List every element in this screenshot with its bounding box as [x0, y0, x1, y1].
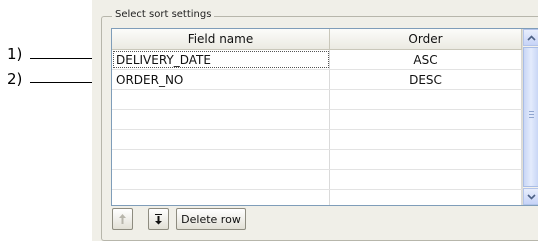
- scroll-up-button[interactable]: [523, 29, 538, 46]
- field-name-cell[interactable]: [112, 110, 330, 129]
- column-header-field-name[interactable]: Field name: [112, 29, 330, 49]
- arrow-up-icon: [119, 214, 126, 224]
- field-name-cell[interactable]: [112, 150, 330, 169]
- order-cell[interactable]: [330, 190, 522, 205]
- group-title: Select sort settings: [112, 9, 215, 20]
- callout-label-1: 1): [7, 45, 23, 63]
- vertical-scrollbar[interactable]: [522, 29, 538, 205]
- callout-label-2: 2): [7, 70, 23, 88]
- table-row[interactable]: [112, 150, 522, 170]
- order-cell[interactable]: ASC: [330, 50, 522, 69]
- delete-row-button[interactable]: Delete row: [176, 208, 246, 230]
- chevron-down-icon: [526, 193, 536, 200]
- order-cell[interactable]: [330, 90, 522, 109]
- move-down-button[interactable]: [148, 208, 169, 230]
- scroll-down-button[interactable]: [523, 188, 538, 205]
- table-row[interactable]: [112, 170, 522, 190]
- field-name-cell[interactable]: [112, 130, 330, 149]
- table-row[interactable]: ORDER_NO DESC: [112, 70, 522, 90]
- field-name-cell[interactable]: [112, 90, 330, 109]
- chevron-up-icon: [526, 34, 536, 41]
- field-name-cell[interactable]: ORDER_NO: [112, 70, 330, 89]
- field-name-cell[interactable]: [112, 190, 330, 205]
- order-cell[interactable]: DESC: [330, 70, 522, 89]
- scrollbar-thumb[interactable]: [523, 47, 538, 187]
- order-cell[interactable]: [330, 170, 522, 189]
- move-up-button[interactable]: [112, 208, 133, 230]
- table-row[interactable]: [112, 190, 522, 205]
- field-name-cell[interactable]: [112, 170, 330, 189]
- order-cell[interactable]: [330, 150, 522, 169]
- table-row[interactable]: [112, 110, 522, 130]
- order-cell[interactable]: [330, 110, 522, 129]
- sort-settings-grid[interactable]: Field name Order DELIVERY_DATE ASC ORDER…: [111, 28, 538, 206]
- table-row[interactable]: DELIVERY_DATE ASC: [112, 50, 522, 70]
- arrow-down-icon: [155, 214, 162, 225]
- grip-icon: [529, 111, 534, 120]
- grid-header: Field name Order: [112, 29, 522, 50]
- table-row[interactable]: [112, 90, 522, 110]
- order-cell[interactable]: [330, 130, 522, 149]
- column-header-order[interactable]: Order: [330, 29, 522, 49]
- field-name-cell[interactable]: DELIVERY_DATE: [112, 50, 330, 69]
- table-row[interactable]: [112, 130, 522, 150]
